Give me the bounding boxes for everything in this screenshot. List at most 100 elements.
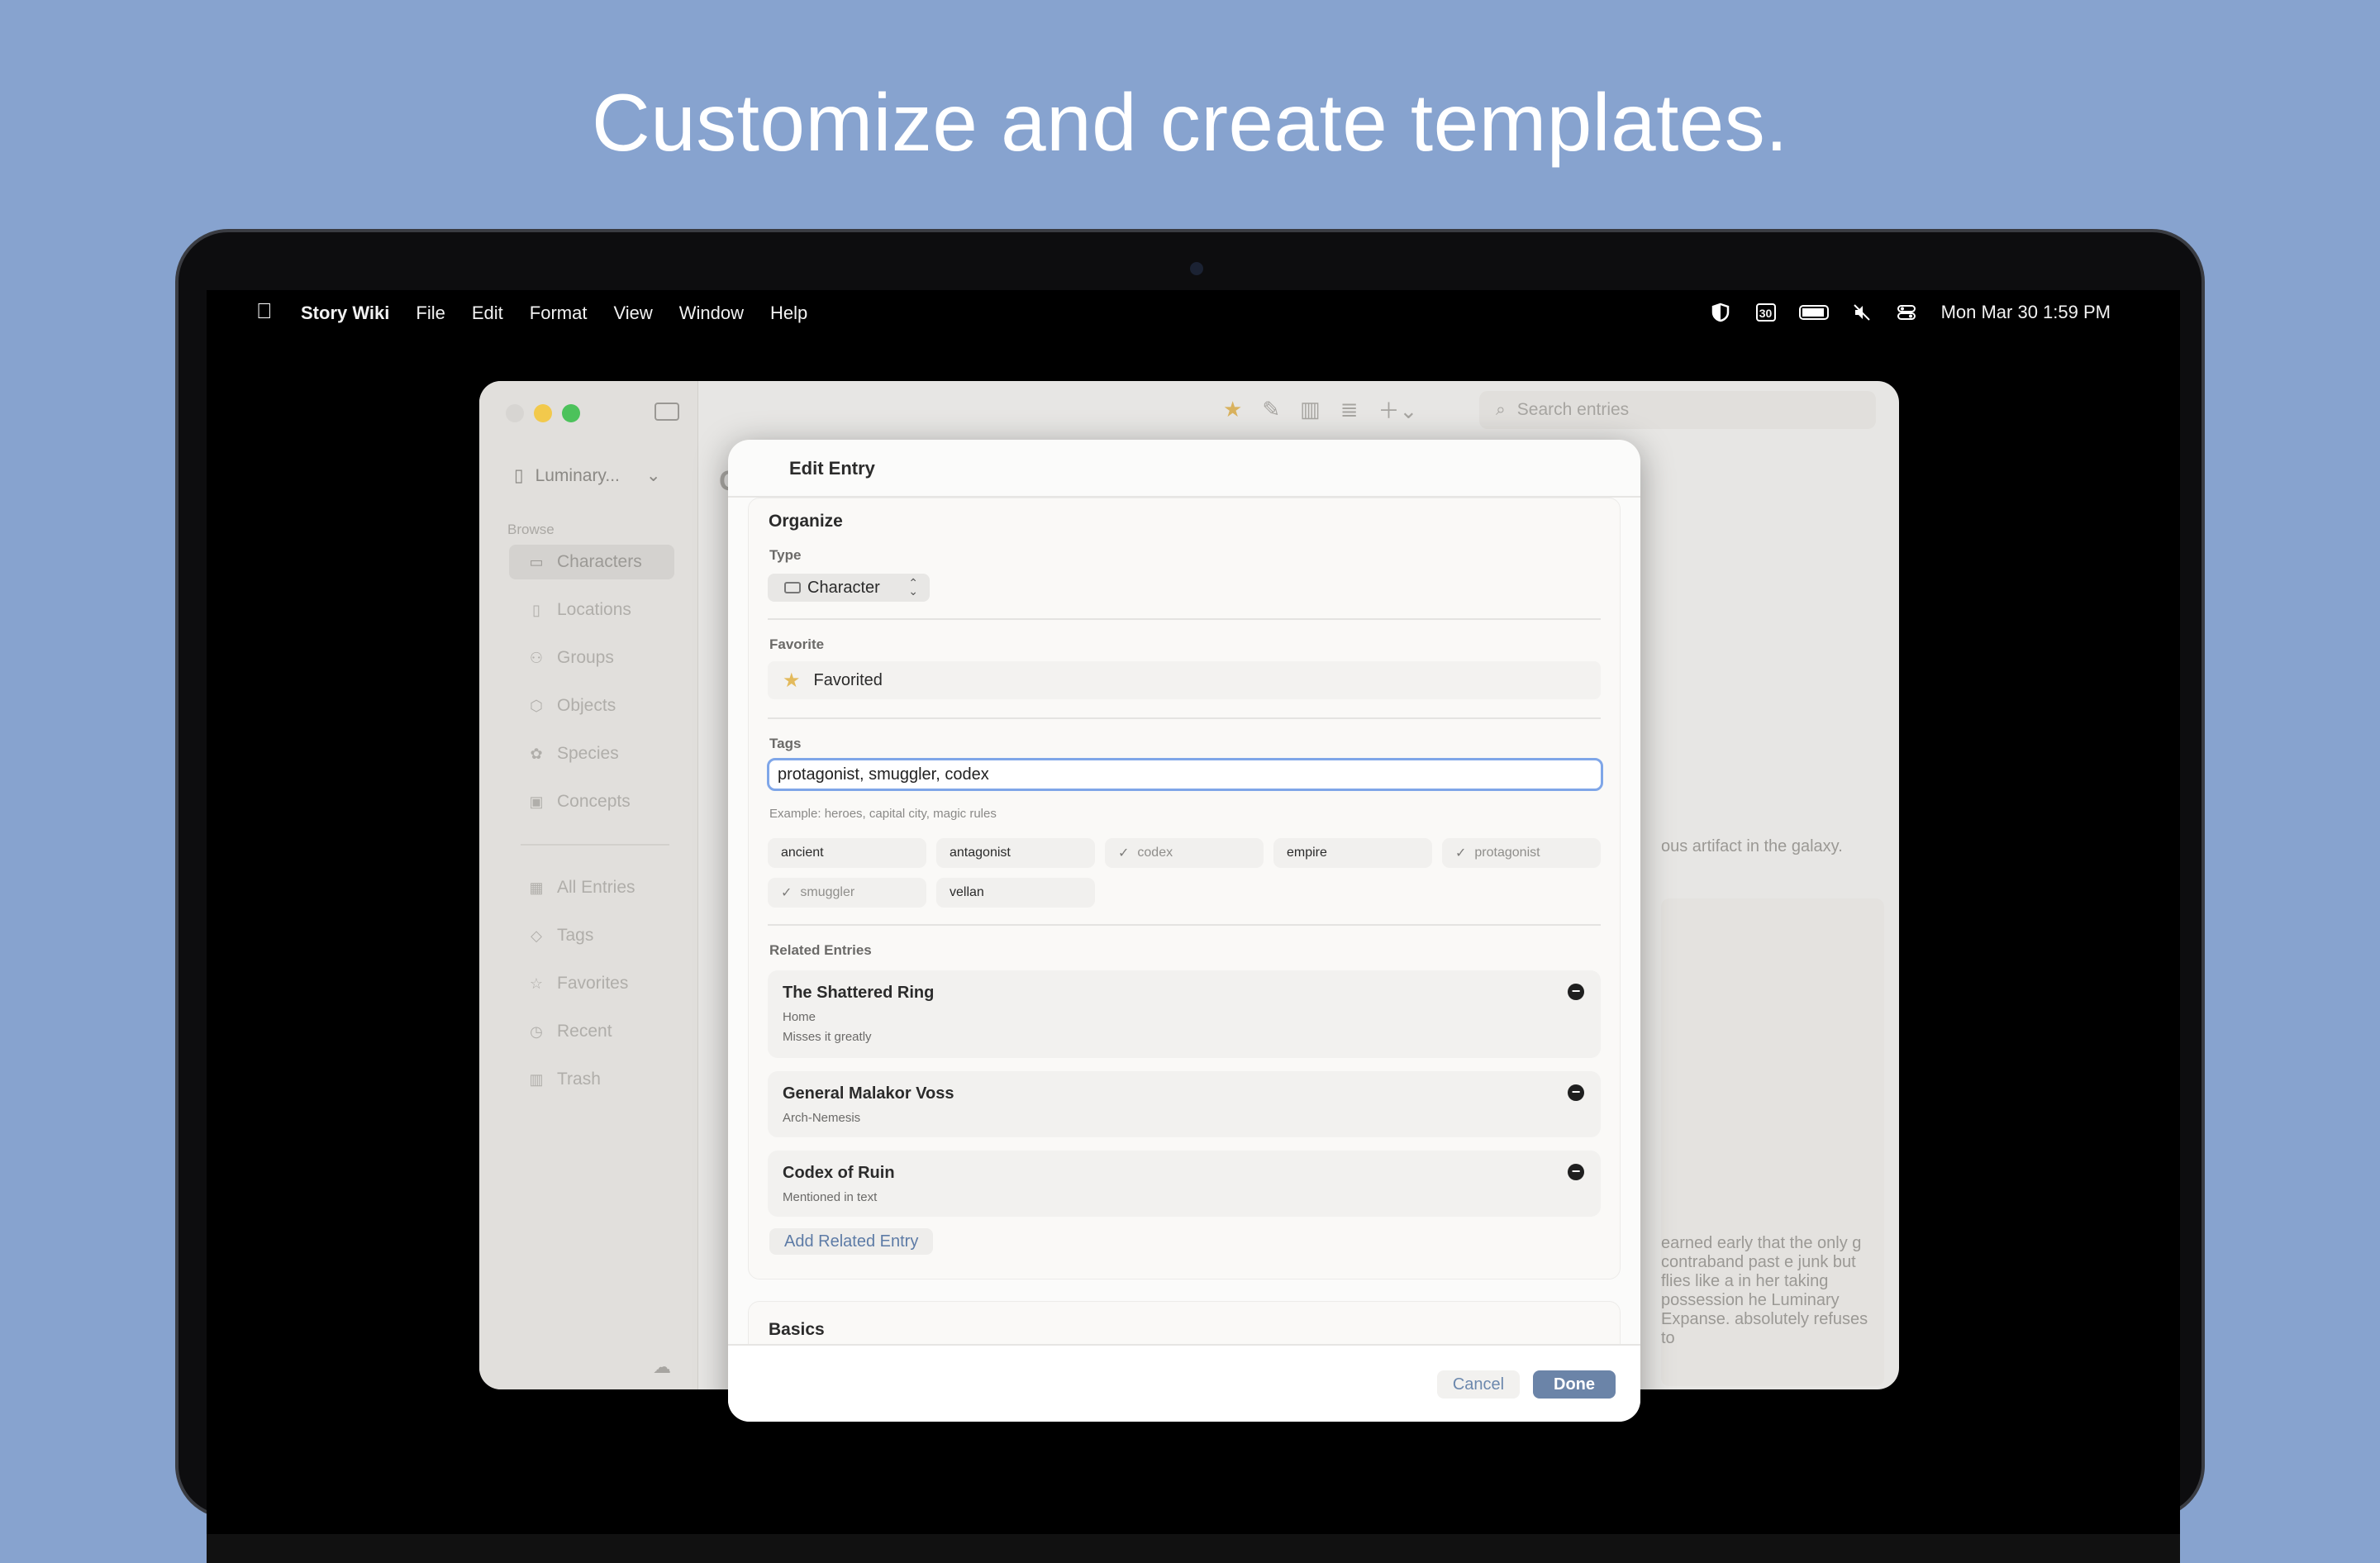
related-entry-name: Codex of Ruin xyxy=(783,1164,895,1182)
menu-help[interactable]: Help xyxy=(770,303,807,324)
search-placeholder: Search entries xyxy=(1516,400,1630,419)
menu-list: Story Wiki File Edit Format View Window … xyxy=(301,303,807,324)
divider xyxy=(768,618,1601,620)
toolbar: ★ ✎ ▥ ≣ ＋⌄ xyxy=(1223,394,1417,425)
pencil-icon[interactable]: ✎ xyxy=(1262,397,1280,422)
sidebar-item-tags[interactable]: ◇ Tags xyxy=(509,918,674,953)
menu-window[interactable]: Window xyxy=(679,303,744,324)
clock[interactable]: Mon Mar 30 1:59 PM xyxy=(1941,302,2111,323)
sidebar-item-label: Characters xyxy=(557,552,642,571)
sidebar-item-locations[interactable]: ▯ Locations xyxy=(509,593,674,627)
remove-icon[interactable]: − xyxy=(1568,1084,1584,1101)
sidebar-item-concepts[interactable]: ▣ Concepts xyxy=(509,784,674,819)
add-menu-icon[interactable]: ＋⌄ xyxy=(1378,394,1417,425)
status-area: 30 Mon Mar 30 1:59 PM xyxy=(1711,302,2111,323)
tag-chip-label: empire xyxy=(1287,846,1327,860)
trash-icon[interactable]: ▥ xyxy=(1300,397,1321,422)
star-icon: ★ xyxy=(783,669,801,692)
battery-icon[interactable] xyxy=(1798,305,1829,320)
divider xyxy=(768,924,1601,926)
done-button[interactable]: Done xyxy=(1533,1370,1616,1399)
related-entry[interactable]: The Shattered Ring Home Misses it greatl… xyxy=(768,970,1601,1058)
sidebar-item-species[interactable]: ✿ Species xyxy=(509,736,674,771)
dialog-footer: Cancel Done xyxy=(728,1344,1640,1422)
tag-chip-protagonist[interactable]: ✓ protagonist xyxy=(1442,838,1601,868)
menu-file[interactable]: File xyxy=(416,303,445,324)
remove-icon[interactable]: − xyxy=(1568,1164,1584,1180)
people-icon: ⚇ xyxy=(529,649,544,666)
tag-chip-antagonist[interactable]: antagonist xyxy=(936,838,1095,868)
tag-chip-label: ancient xyxy=(781,846,824,860)
type-select[interactable]: Character ⌃ ⌄ xyxy=(768,574,930,602)
tag-chip-empire[interactable]: empire xyxy=(1273,838,1432,868)
divider xyxy=(768,717,1601,719)
related-entry-name: General Malakor Voss xyxy=(783,1084,954,1103)
remove-icon[interactable]: − xyxy=(1568,984,1584,1000)
star-icon: ☆ xyxy=(529,974,544,992)
project-name: Luminary... xyxy=(535,465,620,485)
sidebar-item-label: Trash xyxy=(557,1070,601,1089)
headline: Customize and create templates. xyxy=(591,77,1789,168)
tag-chip-ancient[interactable]: ancient xyxy=(768,838,926,868)
screen-bottom-bezel xyxy=(207,1534,2180,1563)
sidebar-item-label: Groups xyxy=(557,648,614,667)
related-entries-label: Related Entries xyxy=(769,942,872,958)
sidebar-divider xyxy=(521,844,669,846)
sidebar-item-objects[interactable]: ⬡ Objects xyxy=(509,689,674,723)
add-related-entry-button[interactable]: Add Related Entry xyxy=(769,1228,934,1255)
menu-app-name[interactable]: Story Wiki xyxy=(301,303,389,324)
project-selector[interactable]: ▯ Luminary... ⌄ xyxy=(514,465,661,486)
type-value: Character xyxy=(807,578,880,597)
tag-chip-smuggler[interactable]: ✓ smuggler xyxy=(768,878,926,908)
mute-icon[interactable] xyxy=(1852,303,1873,322)
tag-chip-label: protagonist xyxy=(1474,846,1540,860)
sidebar-item-label: Species xyxy=(557,744,619,763)
grid-icon: ▦ xyxy=(529,879,544,896)
sidebar-item-trash[interactable]: ▥ Trash xyxy=(509,1062,674,1097)
edit-entry-dialog: Edit Entry Organize Type Character ⌃ ⌄ Fa… xyxy=(728,440,1640,1422)
shield-icon[interactable] xyxy=(1711,303,1733,322)
menu-format[interactable]: Format xyxy=(530,303,588,324)
tag-chip-codex[interactable]: ✓ codex xyxy=(1105,838,1264,868)
tag-chip-label: codex xyxy=(1137,846,1173,860)
sidebar-item-recent[interactable]: ◷ Recent xyxy=(509,1014,674,1049)
favorite-star-icon[interactable]: ★ xyxy=(1223,397,1242,422)
browse-section-label: Browse xyxy=(507,522,555,537)
control-center-icon[interactable] xyxy=(1897,303,1918,322)
tag-chip-label: antagonist xyxy=(950,846,1011,860)
search-input[interactable]: ⌕ Search entries xyxy=(1479,391,1876,429)
checkmark-icon: ✓ xyxy=(1118,846,1130,860)
sidebar-item-all-entries[interactable]: ▦ All Entries xyxy=(509,870,674,905)
minimize-window-button[interactable] xyxy=(534,404,552,422)
related-entry[interactable]: General Malakor Voss Arch-Nemesis − xyxy=(768,1071,1601,1137)
related-entry[interactable]: Codex of Ruin Mentioned in text − xyxy=(768,1151,1601,1217)
sidebar-item-favorites[interactable]: ☆ Favorites xyxy=(509,966,674,1001)
related-entry-relation: Arch-Nemesis xyxy=(783,1111,861,1125)
sidebar-item-label: Favorites xyxy=(557,974,629,993)
calendar-icon[interactable]: 30 xyxy=(1755,303,1776,322)
sidebar-item-groups[interactable]: ⚇ Groups xyxy=(509,641,674,675)
checkmark-icon: ✓ xyxy=(781,886,793,900)
sidebar: ▯ Luminary... ⌄ Browse ▭ Characters ▯ Lo… xyxy=(479,381,698,1389)
favorite-toggle[interactable]: ★ Favorited xyxy=(768,661,1601,699)
menu-view[interactable]: View xyxy=(613,303,652,324)
menu-edit[interactable]: Edit xyxy=(472,303,503,324)
tag-chip-vellan[interactable]: vellan xyxy=(936,878,1095,908)
tags-input[interactable] xyxy=(767,758,1603,791)
menu-bar:  Story Wiki File Edit Format View Windo… xyxy=(207,290,2180,336)
zoom-window-button[interactable] xyxy=(562,404,580,422)
related-entry-name: The Shattered Ring xyxy=(783,984,935,1002)
sidebar-toggle-icon[interactable] xyxy=(654,403,679,421)
checkmark-icon: ✓ xyxy=(1455,846,1467,860)
close-window-button[interactable] xyxy=(506,404,524,422)
person-card-icon xyxy=(784,582,801,593)
sidebar-item-label: Recent xyxy=(557,1022,612,1041)
sidebar-item-label: Tags xyxy=(557,926,594,945)
sidebar-item-characters[interactable]: ▭ Characters xyxy=(509,545,674,579)
apple-menu-icon[interactable]:  xyxy=(256,298,273,324)
map-icon: ▯ xyxy=(532,601,540,618)
person-card-icon: ▭ xyxy=(529,553,544,570)
sliders-icon[interactable]: ≣ xyxy=(1340,397,1359,422)
sidebar-item-label: Objects xyxy=(557,696,616,715)
cancel-button[interactable]: Cancel xyxy=(1437,1370,1520,1399)
